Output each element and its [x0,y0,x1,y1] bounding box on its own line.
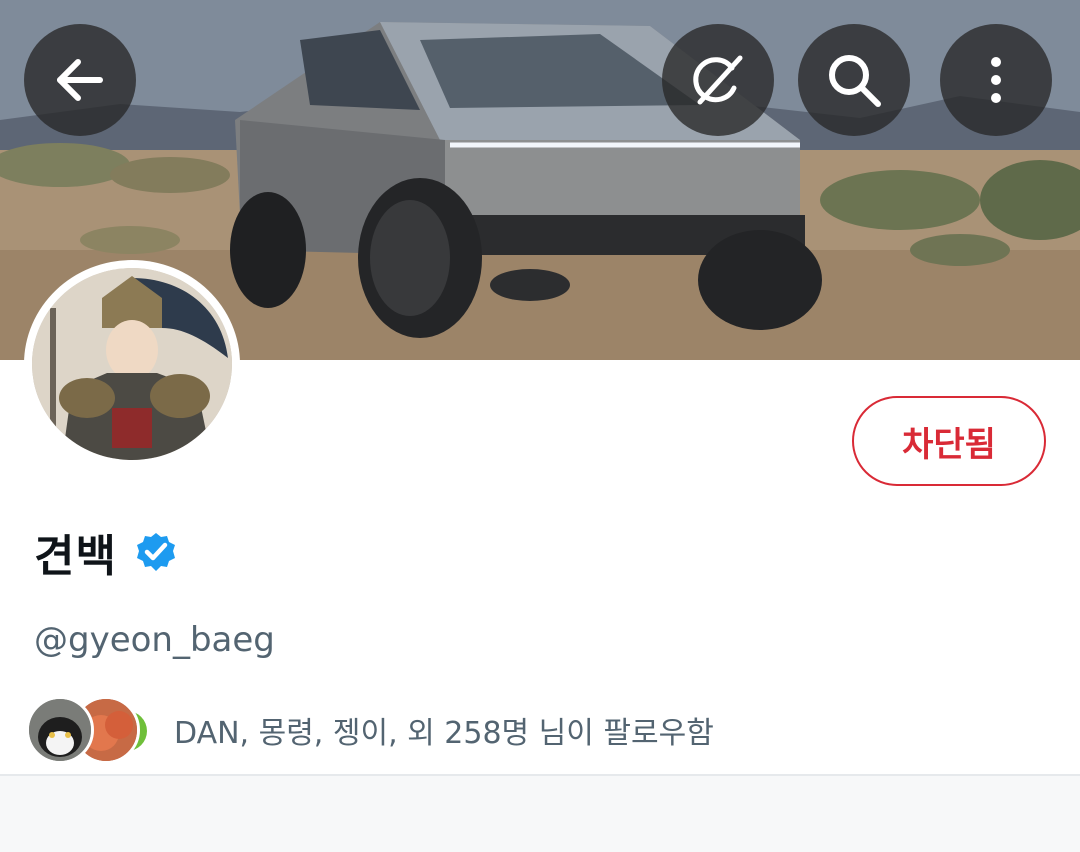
avatar-image [32,268,232,460]
user-handle: @gyeon_baeg [34,620,275,660]
followed-by-text: DAN, 몽령, 젱이, 외 258명 님이 팔로우함 [174,716,714,751]
verified-badge-icon[interactable] [135,531,177,573]
display-name: 견백 [34,531,117,582]
followed-by-row[interactable]: DAN, 몽령, 젱이, 외 258명 님이 팔로우함 [26,694,714,766]
follower-avatar [26,696,94,764]
back-arrow-icon [57,59,103,101]
content-area [0,776,1080,852]
more-vertical-icon [991,57,1001,103]
profile-avatar[interactable] [24,260,240,468]
grok-icon [693,55,743,105]
back-button[interactable] [24,24,136,136]
search-icon [829,55,881,107]
blocked-button[interactable]: 차단됨 [852,396,1046,486]
blocked-button-label: 차단됨 [902,424,996,465]
follower-avatars [26,694,166,766]
search-button[interactable] [798,24,910,136]
more-options-button[interactable] [940,24,1052,136]
display-name-row: 견백 [34,520,177,584]
grok-button[interactable] [662,24,774,136]
